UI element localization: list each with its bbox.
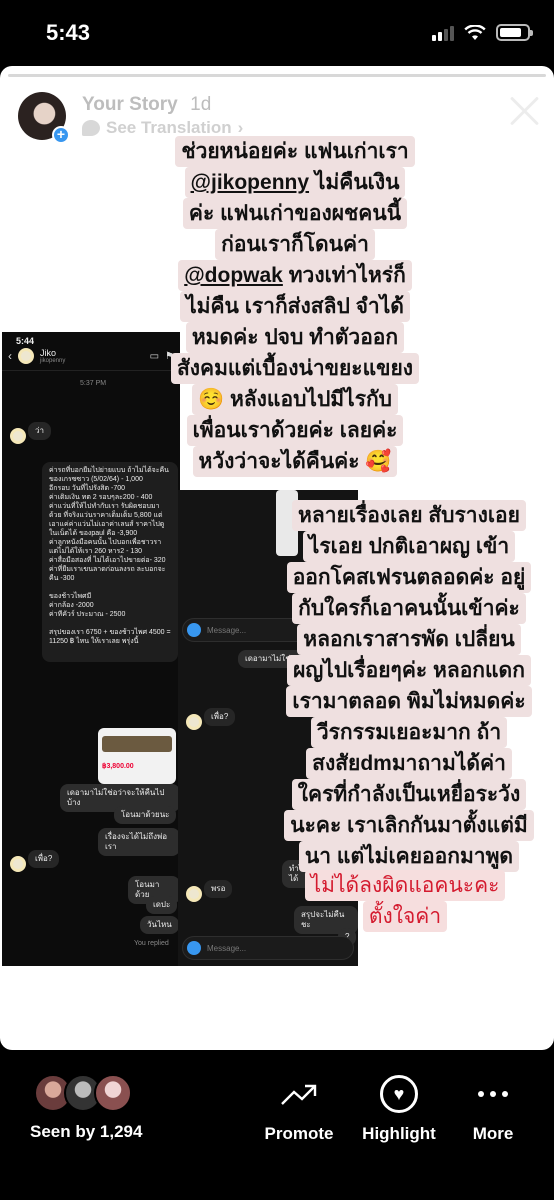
viewer-avatar: [94, 1074, 132, 1112]
contact-name: Jiko: [40, 348, 57, 358]
message-bubble: เดปะ: [146, 896, 178, 914]
contact-avatar-small: [186, 714, 202, 730]
overlay-text-line: ช่วยหน่อยค่ะ แฟนเก่าเรา: [175, 136, 415, 167]
story-card[interactable]: + Your Story 1d See Translation › 5:44 ‹: [0, 66, 554, 1050]
story-avatar[interactable]: +: [18, 92, 70, 144]
add-story-icon[interactable]: +: [52, 126, 70, 144]
contact-avatar-small: [186, 886, 202, 902]
battery-icon: [496, 24, 533, 41]
trending-up-icon: [281, 1084, 317, 1105]
camera-icon: [187, 941, 201, 955]
highlight-button[interactable]: ♥ Highlight: [354, 1074, 444, 1144]
chevron-right-icon: ›: [237, 118, 244, 137]
status-icons: [432, 24, 533, 41]
message-bubble: พรอ: [204, 880, 233, 898]
screenshot-time: 5:44: [16, 336, 35, 346]
story-text-overlay-2[interactable]: หลายเรื่องเลย สับรางเอย ไรเอย ปกติเอาผญ เ…: [276, 500, 542, 872]
battery-level: [500, 28, 521, 37]
overlay-text-line: ออกโคสเฟรนตลอดค่ะ อยู่: [286, 562, 532, 593]
message-bubble: เพื่อ?: [28, 850, 60, 868]
overlay-text-line: เรามาตลอด พิมไม่หมดค่ะ: [286, 686, 532, 717]
contact-avatar-small: [10, 856, 26, 872]
overlay-text-line: นะคะ เราเลิกกันมาตั้งแต่มี: [284, 810, 534, 841]
overlay-text-line: สังคมแต่เบื้องน่าขยะแขยง: [170, 353, 420, 384]
more-label: More: [472, 1124, 514, 1143]
message-bubble: ว่า: [28, 422, 51, 440]
camera-icon: [187, 623, 201, 637]
message-input: Message...: [182, 936, 354, 960]
story-username[interactable]: Your Story: [82, 94, 178, 115]
story-header: + Your Story 1d See Translation ›: [18, 92, 243, 144]
story-text-overlay-1[interactable]: ช่วยหน่อยค่ะ แฟนเก่าเรา @jikopenny ไม่คืน…: [150, 136, 440, 477]
status-time: 5:43: [46, 20, 91, 45]
heart-circle-icon: ♥: [380, 1075, 418, 1113]
you-replied-label: You replied: [134, 940, 169, 947]
viewer-avatars[interactable]: [34, 1074, 132, 1112]
product-price: ฿3,800.00: [102, 763, 134, 770]
status-bar: 5:43: [0, 0, 554, 66]
message-placeholder: Message...: [207, 943, 247, 953]
overlay-text-line: ก่อนเราก็โดนค่า: [215, 229, 375, 260]
seen-by-count[interactable]: Seen by 1,294: [30, 1122, 142, 1142]
translation-bubble-icon: [82, 120, 100, 136]
contact-avatar-small: [10, 428, 26, 444]
promote-label: Promote: [264, 1124, 334, 1143]
overlay-text-line: @jikopenny ไม่คืนเงิน: [184, 167, 406, 198]
contact-handle: jikopenny: [40, 358, 66, 364]
highlight-label: Highlight: [362, 1124, 436, 1143]
overlay-text-line: หลายเรื่องเลย สับรางเอย: [292, 500, 526, 531]
overlay-text-line: ไม่คืน เราก็ส่งสลิป จำได้: [180, 291, 410, 322]
signal-icon: [432, 25, 454, 41]
overlay-text-line: สงสัยdmมาถามได้ค่า: [306, 748, 512, 779]
message-bubble: เพื่อ?: [204, 708, 236, 726]
overlay-text-line: หวังว่าจะได้คืนค่ะ 🥰: [192, 446, 398, 477]
overlay-text-line: @dopwak ทวงเท่าไหร่ก็: [178, 260, 412, 291]
message-bubble: เรื่องจะได้ไม่ถึงพ่อเรา: [98, 828, 180, 856]
overlay-text-line: นา แต่ไม่เคยออกมาพูด: [298, 841, 520, 872]
contact-avatar: [18, 348, 34, 364]
back-icon: ‹: [8, 349, 12, 363]
overlay-text-line: ใครที่กำลังเป็นเหยื่อระวัง: [291, 779, 527, 810]
see-translation-label: See Translation: [106, 118, 232, 137]
overlay-text-line: หลอกเราสารพัด เปลี่ยน: [297, 624, 521, 655]
overlay-text-line: กับใครก็เอาคนนั้นเข้าค่ะ: [292, 593, 526, 624]
more-dots-icon: [478, 1091, 508, 1097]
overlay-text-line: ค่ะ แฟนเก่าของผชคนนี้: [182, 198, 408, 229]
more-button[interactable]: More: [448, 1074, 538, 1144]
promote-button[interactable]: Promote: [254, 1074, 344, 1144]
story-progress-bar: [8, 74, 546, 77]
chat-timestamp: 5:37 PM: [80, 380, 107, 387]
wifi-icon: [464, 24, 486, 40]
overlay-text-line: ☺️ หลังแอบไปมีไรกับ: [191, 384, 399, 415]
product-image: ฿3,800.00: [98, 728, 176, 784]
close-icon[interactable]: [508, 94, 540, 126]
story-viewer: 5:43 + Your Story 1d See Translation › 5…: [0, 0, 554, 1200]
message-bubble-long: ค่ารถที่บอกยืมไปย่ายแบบ ถ้าไม่ได้จะคืน ข…: [42, 462, 178, 662]
overlay-text-line: วีรกรรมเยอะมาก ถ้า: [310, 717, 508, 748]
message-placeholder: Message...: [207, 625, 247, 635]
overlay-text-line: ไรเอย ปกติเอาผญ เข้า: [302, 531, 516, 562]
message-bubble: วันไหน: [140, 916, 179, 934]
story-text-overlay-3[interactable]: ไม่ได้ลงผิดแอคนะคะ ตั้งใจค่า: [300, 870, 510, 932]
overlay-text-line: เพื่อนเราด้วยค่ะ เลยค่ะ: [186, 415, 404, 446]
message-bubble: โอนมาด้วยนะ: [114, 806, 177, 824]
overlay-text-line: หมดค่ะ ปจบ ทำตัวออก: [185, 322, 405, 353]
story-time-ago: 1d: [190, 94, 212, 115]
overlay-text-line: ไม่ได้ลงผิดแอคนะคะ: [304, 870, 506, 901]
story-footer: Seen by 1,294 Promote ♥ Highlight More: [0, 1050, 554, 1200]
see-translation-button[interactable]: See Translation ›: [82, 118, 243, 138]
overlay-text-line: ตั้งใจค่า: [362, 901, 448, 932]
overlay-text-line: ผญไปเรื่อยๆค่ะ หลอกแดก: [287, 655, 531, 686]
